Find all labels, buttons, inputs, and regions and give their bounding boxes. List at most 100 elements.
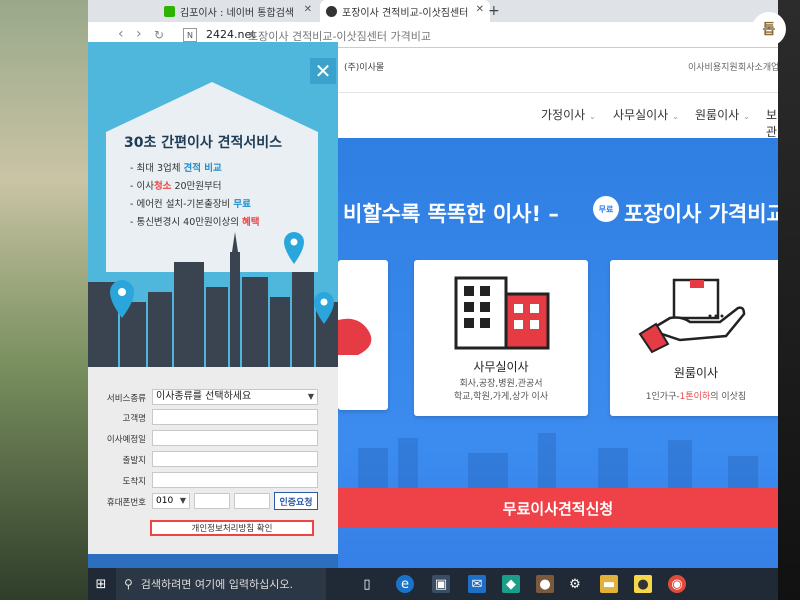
office-building-icon xyxy=(454,276,550,350)
popup-title: 30초 간편이사 견적서비스 xyxy=(124,135,283,151)
hero-subtitle: 포장이사 가격비교 ( xyxy=(624,202,778,226)
app-icon[interactable]: ◆ xyxy=(502,575,520,593)
game-icon[interactable]: ● xyxy=(536,575,554,593)
home-moving-icon xyxy=(338,318,372,355)
search-icon: ⚲ xyxy=(124,577,133,591)
estimate-popup: ✕ 30초 간편이사 견적서비스 - 최대 3업체 견적 비교 - 이사청소 2… xyxy=(88,42,338,570)
destination-input[interactable] xyxy=(152,472,318,488)
photo-background-left xyxy=(0,0,88,600)
phone-last-input[interactable] xyxy=(234,493,270,509)
site-favicon-icon xyxy=(326,6,337,17)
phone-prefix-value: 010 xyxy=(156,496,174,506)
benefit-item: - 최대 3업체 견적 비교 xyxy=(130,160,222,174)
origin-label: 출발지 xyxy=(122,456,146,466)
service-card-office[interactable]: 사무실이사 회사,공장,병원,관공서 학교,학원,가게,상가 이사 xyxy=(414,260,588,416)
name-label: 고객명 xyxy=(122,414,146,424)
benefit-text: 20만원부터 xyxy=(171,181,222,192)
nav-oneroom-moving[interactable]: 원룸이사 ⌄ xyxy=(695,106,750,123)
browser-window: 김포이사 : 네이버 통합검색 ✕ 포장이사 견적비교-이삿짐센터 ✕ + ‹ … xyxy=(88,0,778,600)
chevron-down-icon: ⌄ xyxy=(672,112,679,121)
chevron-down-icon: ⌄ xyxy=(743,112,750,121)
card-title: 원룸이사 xyxy=(673,366,719,380)
service-card-home[interactable] xyxy=(338,260,388,410)
desc-prefix: 1인가구- xyxy=(645,392,680,402)
new-tab-button[interactable]: + xyxy=(488,3,500,19)
back-icon[interactable]: ‹ xyxy=(118,26,124,42)
benefit-text: - 통신변경시 40만원이상의 xyxy=(130,217,242,228)
forward-icon[interactable]: › xyxy=(136,26,142,42)
nav-office-moving[interactable]: 사무실이사 ⌄ xyxy=(613,106,679,123)
tab-title: 김포이사 : 네이버 통합검색 xyxy=(180,7,295,19)
chevron-down-icon: ▼ xyxy=(179,496,186,505)
hero-title: 비할수록 똑똑한 이사! – xyxy=(343,202,559,226)
date-label: 이사예정일 xyxy=(106,435,146,445)
top-link-support[interactable]: 이사비용지원 xyxy=(688,60,738,73)
benefit-highlight: 무료 xyxy=(233,199,251,210)
search-placeholder: 검색하려면 여기에 입력하십시오. xyxy=(140,578,293,591)
top-link-more[interactable]: 업 xyxy=(771,60,778,73)
top-link-about[interactable]: 회사소개 xyxy=(738,60,771,73)
tab-close-icon[interactable]: ✕ xyxy=(476,4,484,15)
edge-icon[interactable]: e xyxy=(396,575,414,593)
benefit-highlight: 혜택 xyxy=(241,217,260,228)
card-title: 사무실이사 xyxy=(473,360,529,374)
date-input[interactable] xyxy=(152,430,318,446)
privacy-policy-button[interactable]: 개인정보처리방침 확인 xyxy=(150,520,314,536)
phone-prefix-select[interactable]: 010 ▼ xyxy=(152,493,190,509)
nav-label: 원룸이사 xyxy=(695,108,740,122)
service-label: 서비스종류 xyxy=(106,394,146,404)
nav-home-moving[interactable]: 가정이사 ⌄ xyxy=(541,106,596,123)
chrome-icon[interactable]: ◉ xyxy=(668,575,686,593)
tab-active-site[interactable]: 포장이사 견적비교-이삿짐센터 ✕ xyxy=(320,0,490,22)
card-desc-line2: 학교,학원,가게,상가 이사 xyxy=(453,392,549,402)
benefit-text: - 에어컨 설치-기본출장비 xyxy=(130,199,234,210)
service-card-oneroom[interactable]: 원룸이사 1인가구-1톤이하의 이삿짐 xyxy=(610,260,778,416)
taskbar-search[interactable]: ⚲ 검색하려면 여기에 입력하십시오. xyxy=(116,568,326,600)
free-estimate-button[interactable]: 무료이사견적신청 xyxy=(338,488,778,528)
city-skyline-illustration xyxy=(88,232,338,367)
store-icon[interactable]: ▣ xyxy=(432,575,450,593)
phone-middle-input[interactable] xyxy=(194,493,230,509)
tab-title: 포장이사 견적비교-이삿짐센터 xyxy=(342,7,469,19)
photo-bezel-right xyxy=(778,0,800,600)
verify-button[interactable]: 인증요청 xyxy=(274,492,318,510)
benefit-item: - 통신변경시 40만원이상의 혜택 xyxy=(130,214,259,228)
mail-icon[interactable]: ✉ xyxy=(468,575,486,593)
benefit-item: - 이사청소 20만원부터 xyxy=(130,178,222,192)
settings-icon[interactable]: ⚙ xyxy=(566,575,584,593)
estimate-form: 서비스종류 이사종류를 선택하세요 ▼ 고객명 이사예정일 출발지 도착지 휴대폰… xyxy=(88,367,338,570)
desc-highlight: 1톤이하 xyxy=(679,392,711,402)
tab-naver-search[interactable]: 김포이사 : 네이버 통합검색 ✕ xyxy=(158,0,318,22)
benefit-item: - 에어컨 설치-기본출장비 무료 xyxy=(130,196,251,210)
company-name: (주)이사몰 xyxy=(344,63,385,73)
benefit-text: - 최대 3업체 xyxy=(130,163,184,174)
benefit-highlight: 견적 비교 xyxy=(183,163,222,174)
phone-label: 휴대폰번호 xyxy=(106,498,146,508)
explorer-icon[interactable]: ▬ xyxy=(600,575,618,593)
city-skyline-background xyxy=(358,433,758,488)
reload-icon[interactable]: ↻ xyxy=(154,28,164,42)
service-select-value: 이사종류를 선택하세요 xyxy=(156,391,252,402)
nav-label: 가정이사 xyxy=(541,108,586,122)
kakaotalk-icon[interactable]: ● xyxy=(634,575,652,593)
windows-icon[interactable]: ⊞ xyxy=(92,575,110,593)
service-select[interactable]: 이사종류를 선택하세요 ▼ xyxy=(152,389,318,405)
desc-suffix: 의 이삿짐 xyxy=(710,392,747,402)
naver-favicon-icon xyxy=(164,6,175,17)
tab-bar: 김포이사 : 네이버 통합검색 ✕ 포장이사 견적비교-이삿짐센터 ✕ + xyxy=(88,0,778,22)
watermark-logo: 톱 xyxy=(752,12,786,46)
site-info-icon[interactable]: N xyxy=(183,28,197,42)
windows-taskbar: ⊞ ⚲ 검색하려면 여기에 입력하십시오. ▯ e ▣ ✉ ◆ ● ⚙ ▬ ● ◉ xyxy=(88,568,778,600)
card-desc: 1인가구-1톤이하의 이삿짐 xyxy=(610,391,778,404)
task-view-icon[interactable]: ▯ xyxy=(358,575,376,593)
close-icon[interactable]: ✕ xyxy=(310,58,336,84)
name-input[interactable] xyxy=(152,409,318,425)
benefit-text: - 이사 xyxy=(130,181,154,192)
benefit-highlight: 청소 xyxy=(153,181,172,192)
origin-input[interactable] xyxy=(152,451,318,467)
free-badge: 무료 xyxy=(593,196,619,222)
card-desc-line1: 회사,공장,병원,관공서 xyxy=(459,379,543,389)
tab-close-icon[interactable]: ✕ xyxy=(304,4,312,15)
chevron-down-icon: ⌄ xyxy=(589,112,596,121)
chevron-down-icon: ▼ xyxy=(307,392,314,401)
